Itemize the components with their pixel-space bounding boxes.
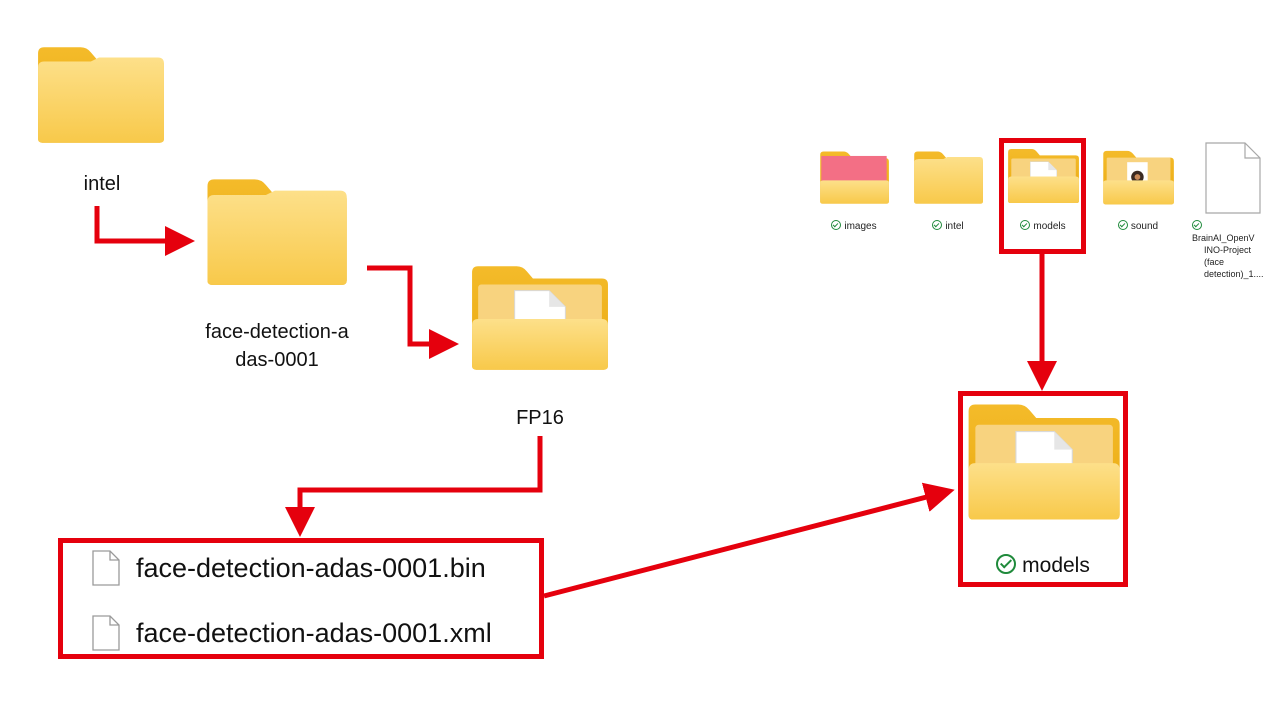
intel-small-folder-icon[interactable] [912, 148, 984, 206]
file-icon [92, 550, 120, 586]
sound-folder-icon[interactable] [1101, 148, 1175, 206]
sync-check-icon [1117, 220, 1128, 230]
images-folder-icon[interactable] [818, 148, 890, 206]
arrow-files-to-models [543, 482, 955, 599]
file-row-xml[interactable]: face-detection-adas-0001.xml [92, 615, 492, 651]
sync-check-icon [1192, 220, 1202, 230]
fp16-folder-icon[interactable] [468, 262, 610, 374]
face-detection-folder-icon[interactable] [203, 174, 349, 288]
project-file-icon[interactable] [1205, 142, 1261, 214]
arrow-intel-to-face [94, 206, 196, 256]
face-detection-folder-label: face-detection-a das-0001 [170, 318, 384, 374]
models-large-folder-icon[interactable] [964, 400, 1122, 524]
intel-folder-label: intel [83, 173, 121, 195]
face-detection-label-line2: das-0001 [235, 349, 319, 371]
models-zoom-label: models [960, 552, 1126, 580]
fp16-folder-label: FP16 [516, 407, 564, 429]
file-row-bin[interactable]: face-detection-adas-0001.bin [92, 550, 486, 586]
file-name: face-detection-adas-0001.xml [136, 617, 492, 648]
sync-check-icon [996, 554, 1017, 574]
models-item-highlight [999, 138, 1086, 254]
images-item-label: images [818, 220, 890, 233]
arrow-fp16-to-files [285, 436, 543, 538]
file-name: face-detection-adas-0001.bin [136, 552, 486, 583]
face-detection-label-line1: face-detection-a [205, 321, 349, 343]
sync-check-icon [831, 220, 842, 230]
project-file-label: BrainAI_OpenV INO-Project (face detectio… [1192, 220, 1266, 280]
intel-item-label: intel [912, 220, 984, 233]
sync-check-icon [932, 220, 943, 230]
sound-item-label: sound [1101, 220, 1175, 233]
intel-folder-icon[interactable] [34, 42, 166, 146]
file-icon [92, 615, 120, 651]
